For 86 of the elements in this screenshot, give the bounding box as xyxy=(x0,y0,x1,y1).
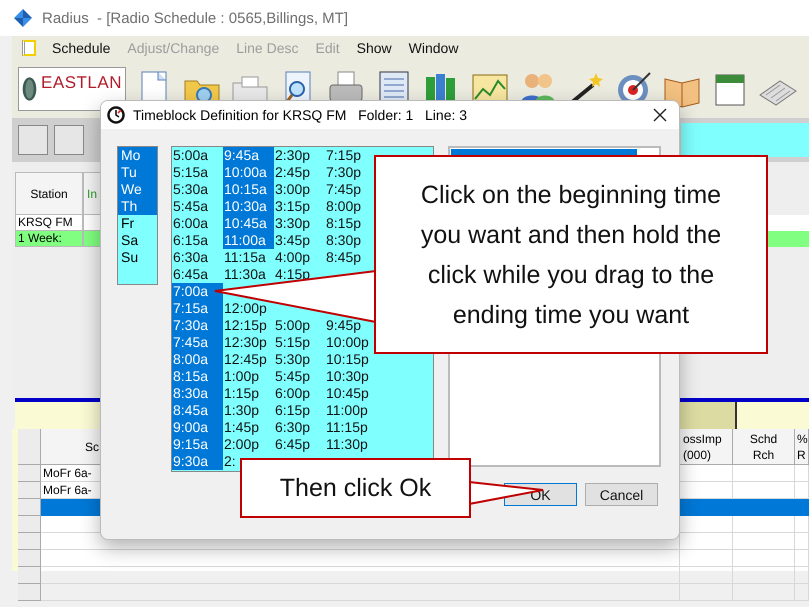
list-item[interactable]: 9:00a xyxy=(172,419,223,436)
list-item[interactable]: 6:45p xyxy=(274,436,312,453)
list-item[interactable]: 7:15p xyxy=(325,147,362,164)
list-item[interactable]: Mo xyxy=(118,147,157,164)
list-item[interactable]: 9:15a xyxy=(172,436,223,453)
list-item[interactable]: 6:15a xyxy=(172,232,210,249)
logo: EASTLAN xyxy=(18,67,126,111)
list-item[interactable]: 3:45p xyxy=(274,232,312,249)
list-item[interactable]: 5:15p xyxy=(274,334,312,351)
list-item[interactable]: 6:15p xyxy=(274,402,312,419)
list-item[interactable]: 7:45p xyxy=(325,181,362,198)
list-item[interactable]: 7:30a xyxy=(172,317,223,334)
list-item[interactable]: 10:00p xyxy=(325,334,370,351)
list-item[interactable]: Su xyxy=(118,249,157,266)
list-item[interactable]: 2:30p xyxy=(274,147,312,164)
list-item[interactable]: 8:30a xyxy=(172,385,223,402)
list-item[interactable]: 11:15a xyxy=(223,249,267,266)
list-item[interactable]: 10:00a xyxy=(223,164,274,181)
list-item[interactable]: We xyxy=(118,181,157,198)
callout: Then click Ok xyxy=(240,458,471,518)
window-title: Radius - [Radio Schedule : 0565,Billings, MT] xyxy=(42,10,348,26)
list-item[interactable]: 10:45a xyxy=(223,215,274,232)
list-item[interactable]: 2:45p xyxy=(274,164,312,181)
list-item[interactable]: 1:15p xyxy=(223,385,260,402)
list-item[interactable]: 11:00a xyxy=(223,232,274,249)
list-item[interactable]: 8:00a xyxy=(172,351,223,368)
list-item[interactable]: 4:15p xyxy=(274,266,312,283)
list-item[interactable]: 1:00p xyxy=(223,368,260,385)
column-header: % R xyxy=(795,429,809,465)
list-item[interactable]: 5:30p xyxy=(274,351,312,368)
menu-item[interactable]: Schedule xyxy=(51,40,112,56)
column-header: Station xyxy=(15,172,83,215)
list-item[interactable]: Sa xyxy=(118,232,157,249)
list-item[interactable]: 7:00a xyxy=(172,283,223,300)
list-item[interactable]: 10:30a xyxy=(223,198,274,215)
list-item[interactable]: 6:30a xyxy=(172,249,210,266)
list-item[interactable]: 5:15a xyxy=(172,164,210,181)
list-item[interactable]: 12:30p xyxy=(223,334,268,351)
list-item[interactable]: 8:45a xyxy=(172,402,223,419)
list-item[interactable]: 9:30a xyxy=(172,453,223,470)
list-item[interactable]: 6:00a xyxy=(172,215,210,232)
list-item[interactable]: 10:45p xyxy=(325,385,370,402)
list-item[interactable]: 3:00p xyxy=(274,181,312,198)
table-cell: KRSQ FM xyxy=(15,215,83,231)
list-item[interactable]: Tu xyxy=(118,164,157,181)
list-item[interactable]: 5:00a xyxy=(172,147,210,164)
list-item[interactable]: 8:45p xyxy=(325,249,362,266)
list-item[interactable]: 3:15p xyxy=(274,198,312,215)
list-item[interactable]: 10:30p xyxy=(325,368,370,385)
list-item[interactable]: 9:45p xyxy=(325,317,362,334)
list-item[interactable]: 5:30a xyxy=(172,181,210,198)
list-item[interactable]: 7:15a xyxy=(172,300,223,317)
list-item[interactable]: 1:30p xyxy=(223,402,260,419)
list-item[interactable]: 7:30p xyxy=(325,164,362,181)
list-item[interactable]: 11:30p xyxy=(325,436,369,453)
list-item[interactable]: 5:45a xyxy=(172,198,210,215)
list-item[interactable]: 11:00p xyxy=(325,402,369,419)
menu-item[interactable]: Window xyxy=(408,40,460,56)
list-item[interactable]: 6:00p xyxy=(274,385,312,402)
list-item[interactable]: 8:00p xyxy=(325,198,362,215)
list-item[interactable]: 5:00p xyxy=(274,317,312,334)
list-item[interactable]: 12:00p xyxy=(223,300,268,317)
list-item[interactable]: 10:15a xyxy=(223,181,274,198)
list-item[interactable]: 6:45a xyxy=(172,266,210,283)
list-item[interactable]: 7:45a xyxy=(172,334,223,351)
column-header: ossImp (000) xyxy=(680,429,733,465)
table-cell: 1 Week: xyxy=(15,231,83,247)
list-item[interactable]: 3:30p xyxy=(274,215,312,232)
callout: Click on the beginning time you want and then hold the click while you drag to the ending time you want xyxy=(374,155,768,354)
column-header: Schd Rch xyxy=(733,429,795,465)
list-item[interactable]: 2:00p xyxy=(223,436,260,453)
list-item[interactable]: 8:15a xyxy=(172,368,223,385)
list-item[interactable]: 12:15p xyxy=(223,317,268,334)
list-item[interactable]: 8:15p xyxy=(325,215,362,232)
cancel-button[interactable]: Cancel xyxy=(585,483,658,506)
dialog-title: Timeblock Definition for KRSQ FM Folder: 1 Line: 3 xyxy=(133,107,468,123)
list-item[interactable]: 11:30a xyxy=(223,266,267,283)
list-item[interactable]: 10:15p xyxy=(325,351,370,368)
list-item[interactable]: Th xyxy=(118,198,157,215)
list-item[interactable]: 4:00p xyxy=(274,249,312,266)
list-item[interactable]: 5:45p xyxy=(274,368,312,385)
list-item[interactable]: Fr xyxy=(118,215,157,232)
list-item[interactable]: 9:45a xyxy=(223,147,274,164)
list-item[interactable]: 8:30p xyxy=(325,232,362,249)
list-item[interactable]: 12:45p xyxy=(223,351,268,368)
menu-item[interactable]: Show xyxy=(356,40,393,56)
